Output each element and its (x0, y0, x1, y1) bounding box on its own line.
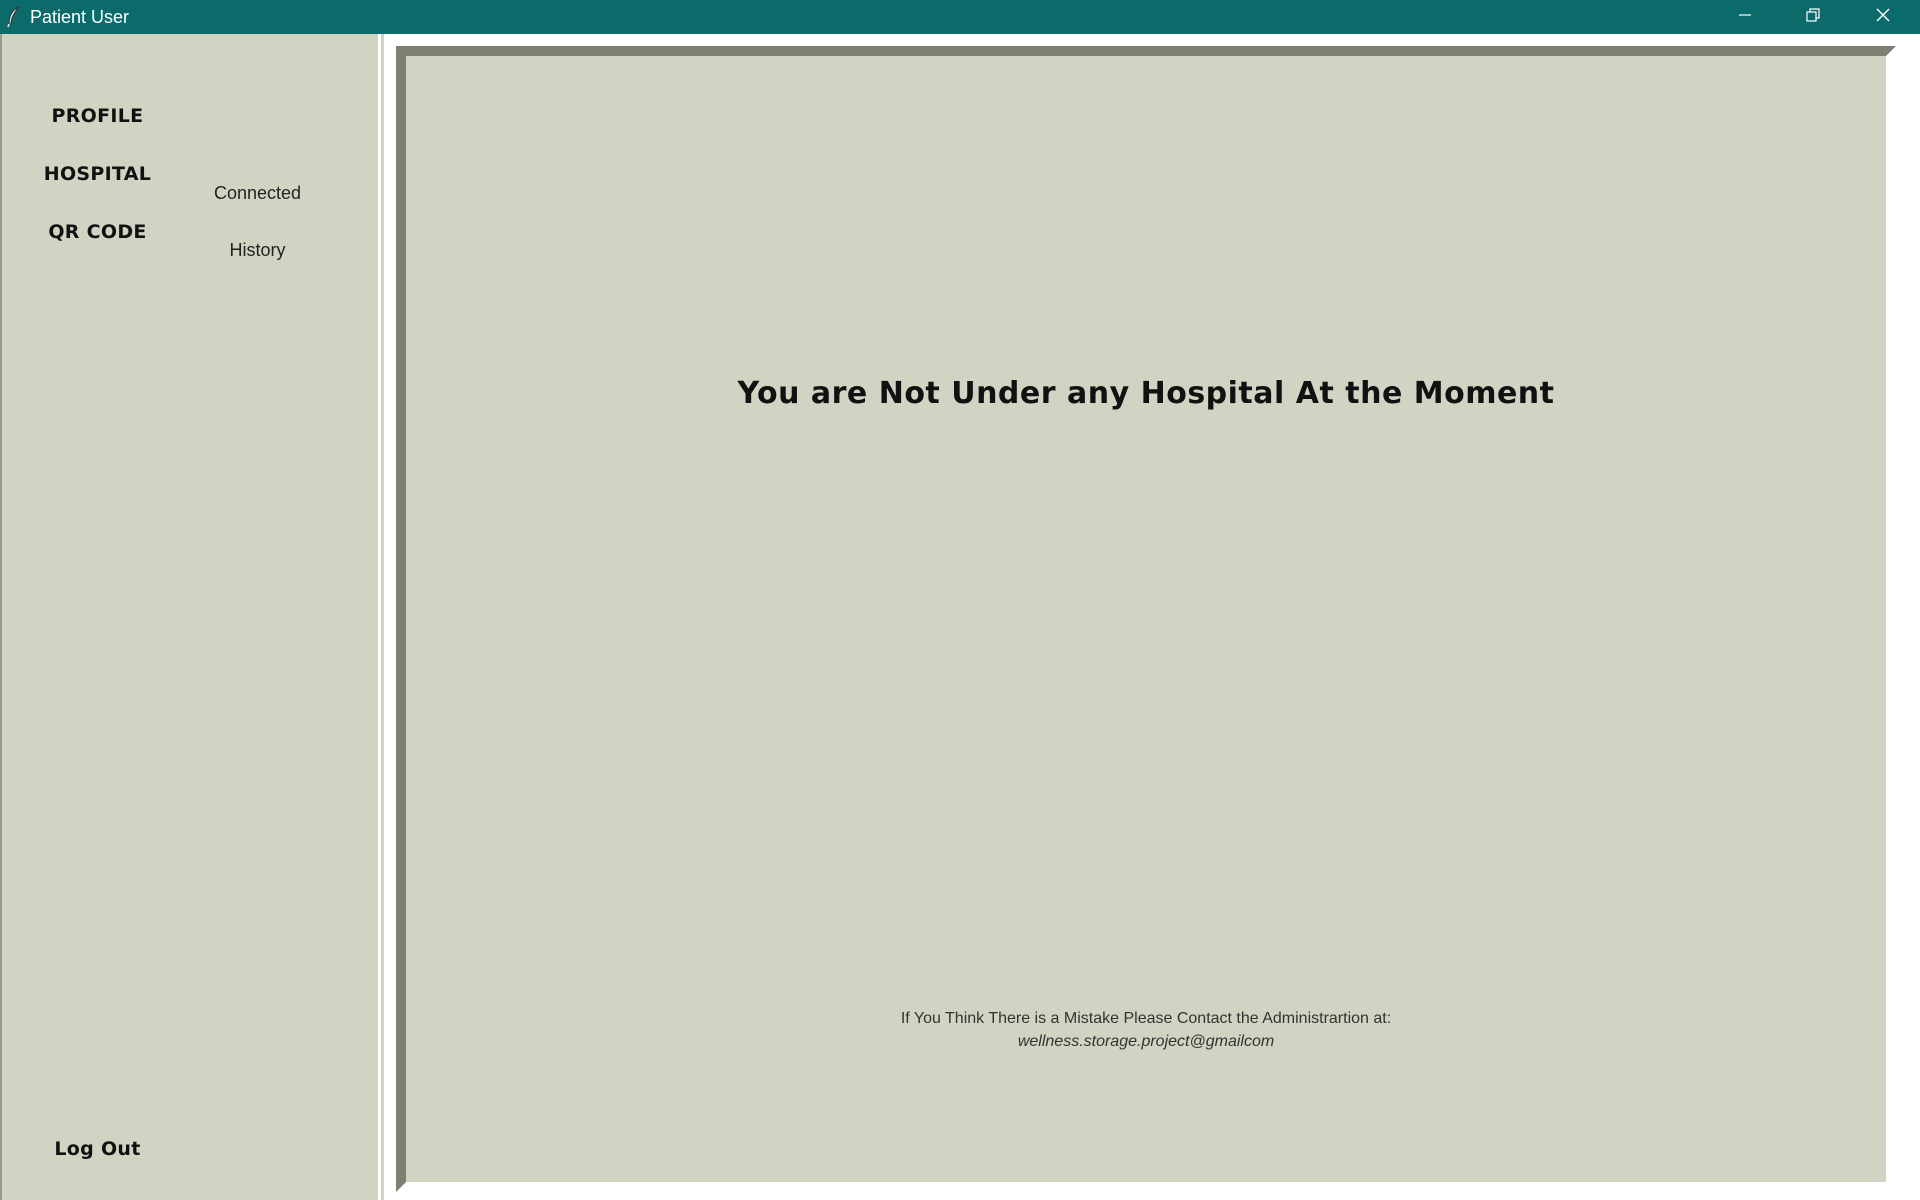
content-panel: You are Not Under any Hospital At the Mo… (396, 46, 1896, 1192)
connected-button[interactable]: Connected (195, 175, 320, 211)
qr-code-button[interactable]: QR CODE (30, 210, 165, 254)
history-button[interactable]: History (195, 232, 320, 268)
no-hospital-message: You are Not Under any Hospital At the Mo… (737, 376, 1555, 411)
restore-icon (1805, 7, 1821, 27)
close-button[interactable] (1848, 0, 1918, 34)
minimize-button[interactable] (1710, 0, 1780, 34)
logout-button[interactable]: Log Out (30, 1127, 165, 1171)
close-icon (1875, 7, 1891, 27)
window-title: Patient User (30, 7, 130, 27)
minimize-icon (1737, 7, 1753, 27)
contact-email: wellness.storage.project@gmailcom (1017, 1033, 1275, 1050)
profile-button[interactable]: PROFILE (30, 94, 165, 138)
main-area: You are Not Under any Hospital At the Mo… (384, 34, 1920, 1200)
restore-button[interactable] (1778, 0, 1848, 34)
contact-instructions: If You Think There is a Mistake Please C… (900, 1010, 1392, 1027)
title-bar: Patient User (0, 0, 1920, 34)
feather-icon (6, 6, 22, 28)
hospital-button[interactable]: HOSPITAL (30, 152, 165, 196)
sidebar: PROFILE HOSPITAL QR CODE Connected Histo… (0, 34, 381, 1200)
